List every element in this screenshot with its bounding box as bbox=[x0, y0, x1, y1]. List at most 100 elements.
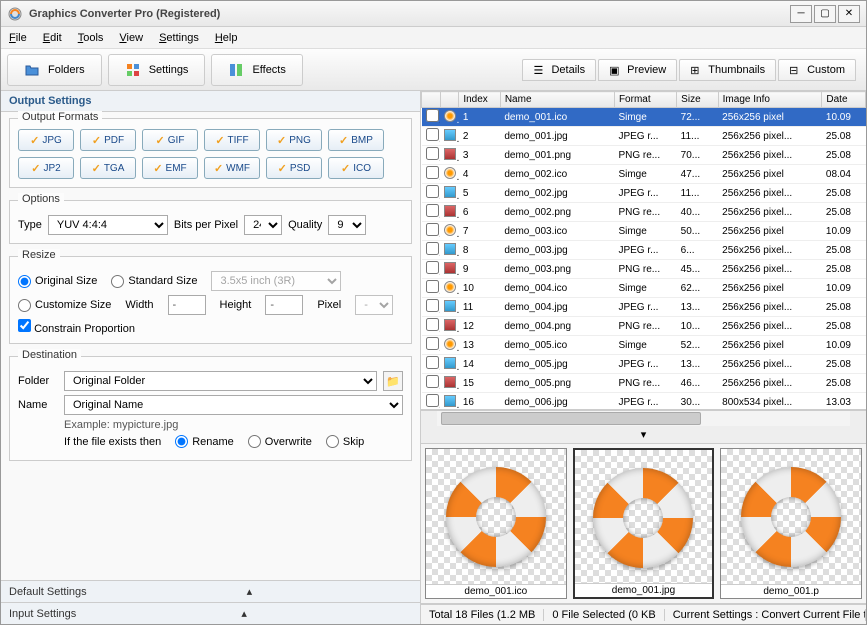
col-format[interactable]: Format bbox=[614, 92, 676, 108]
default-settings-bar[interactable]: Default Settings▴ bbox=[1, 580, 420, 602]
format-tiff-button[interactable]: ✓TIFF bbox=[204, 129, 260, 151]
format-png-button[interactable]: ✓PNG bbox=[266, 129, 322, 151]
panel-title: Output Settings bbox=[1, 91, 420, 112]
preview-slider[interactable]: ▾ bbox=[421, 426, 866, 444]
table-row[interactable]: 11demo_004.jpgJPEG r...13...256x256 pixe… bbox=[422, 298, 866, 317]
row-checkbox[interactable] bbox=[426, 337, 439, 350]
constrain-checkbox[interactable]: Constrain Proportion bbox=[18, 323, 135, 335]
col-name[interactable]: Name bbox=[500, 92, 614, 108]
minimize-button[interactable]: ─ bbox=[790, 5, 812, 23]
row-checkbox[interactable] bbox=[426, 280, 439, 293]
menu-edit[interactable]: Edit bbox=[43, 32, 62, 44]
col-size[interactable]: Size bbox=[677, 92, 718, 108]
customize-size-radio[interactable]: Customize Size bbox=[18, 299, 111, 312]
overwrite-radio[interactable]: Overwrite bbox=[248, 435, 312, 448]
format-tga-button[interactable]: ✓TGA bbox=[80, 157, 136, 179]
row-checkbox[interactable] bbox=[426, 356, 439, 369]
format-gif-button[interactable]: ✓GIF bbox=[142, 129, 198, 151]
filetype-icon bbox=[444, 110, 456, 122]
preview-item[interactable]: demo_001.jpg bbox=[573, 448, 715, 599]
menu-settings[interactable]: Settings bbox=[159, 32, 199, 44]
format-psd-button[interactable]: ✓PSD bbox=[266, 157, 322, 179]
row-checkbox[interactable] bbox=[426, 375, 439, 388]
standard-size-radio[interactable]: Standard Size bbox=[111, 275, 197, 288]
folders-button[interactable]: Folders bbox=[7, 54, 102, 86]
row-checkbox[interactable] bbox=[426, 299, 439, 312]
format-wmf-button[interactable]: ✓WMF bbox=[204, 157, 260, 179]
format-jp2-button[interactable]: ✓JP2 bbox=[18, 157, 74, 179]
row-checkbox[interactable] bbox=[426, 261, 439, 274]
horizontal-scrollbar[interactable] bbox=[421, 410, 866, 426]
lifebuoy-icon bbox=[446, 467, 546, 567]
col-index[interactable]: Index bbox=[459, 92, 500, 108]
row-checkbox[interactable] bbox=[426, 204, 439, 217]
table-row[interactable]: 15demo_005.pngPNG re...46...256x256 pixe… bbox=[422, 374, 866, 393]
row-checkbox[interactable] bbox=[426, 242, 439, 255]
format-pdf-button[interactable]: ✓PDF bbox=[80, 129, 136, 151]
status-total: Total 18 Files (1.2 MB bbox=[421, 609, 544, 621]
unit-select[interactable]: - bbox=[355, 295, 393, 315]
row-checkbox[interactable] bbox=[426, 185, 439, 198]
original-size-radio[interactable]: Original Size bbox=[18, 275, 97, 288]
row-checkbox[interactable] bbox=[426, 223, 439, 236]
folder-select[interactable]: Original Folder bbox=[64, 371, 377, 391]
type-select[interactable]: YUV 4:4:4 bbox=[48, 215, 168, 235]
menu-view[interactable]: View bbox=[119, 32, 143, 44]
tab-thumbnails[interactable]: ⊞Thumbnails bbox=[679, 59, 776, 81]
bpp-select[interactable]: 24 bbox=[244, 215, 282, 235]
app-icon bbox=[7, 6, 23, 22]
row-checkbox[interactable] bbox=[426, 318, 439, 331]
table-row[interactable]: 16demo_006.jpgJPEG r...30...800x534 pixe… bbox=[422, 393, 866, 411]
row-checkbox[interactable] bbox=[426, 147, 439, 160]
filetype-icon bbox=[444, 300, 456, 312]
table-row[interactable]: 10demo_004.icoSimge62...256x256 pixel10.… bbox=[422, 279, 866, 298]
format-bmp-button[interactable]: ✓BMP bbox=[328, 129, 384, 151]
menu-file[interactable]: File bbox=[9, 32, 27, 44]
col-date[interactable]: Date bbox=[822, 92, 866, 108]
table-row[interactable]: 9demo_003.pngPNG re...45...256x256 pixel… bbox=[422, 260, 866, 279]
col-checkbox[interactable] bbox=[422, 92, 441, 108]
row-checkbox[interactable] bbox=[426, 128, 439, 141]
table-row[interactable]: 5demo_002.jpgJPEG r...11...256x256 pixel… bbox=[422, 184, 866, 203]
preview-item[interactable]: demo_001.p bbox=[720, 448, 862, 599]
row-checkbox[interactable] bbox=[426, 109, 439, 122]
menu-tools[interactable]: Tools bbox=[78, 32, 104, 44]
table-row[interactable]: 2demo_001.jpgJPEG r...11...256x256 pixel… bbox=[422, 127, 866, 146]
tab-preview[interactable]: ▣Preview bbox=[598, 59, 677, 81]
check-icon: ✓ bbox=[278, 162, 287, 175]
table-row[interactable]: 3demo_001.pngPNG re...70...256x256 pixel… bbox=[422, 146, 866, 165]
row-checkbox[interactable] bbox=[426, 394, 439, 407]
tab-custom[interactable]: ⊟Custom bbox=[778, 59, 856, 81]
row-checkbox[interactable] bbox=[426, 166, 439, 179]
table-row[interactable]: 4demo_002.icoSimge47...256x256 pixel08.0… bbox=[422, 165, 866, 184]
tab-details[interactable]: ☰Details bbox=[522, 59, 596, 81]
table-row[interactable]: 12demo_004.pngPNG re...10...256x256 pixe… bbox=[422, 317, 866, 336]
close-button[interactable]: ✕ bbox=[838, 5, 860, 23]
table-row[interactable]: 1demo_001.icoSimge72...256x256 pixel10.0… bbox=[422, 108, 866, 127]
height-input[interactable] bbox=[265, 295, 303, 315]
table-row[interactable]: 8demo_003.jpgJPEG r...6...256x256 pixel.… bbox=[422, 241, 866, 260]
name-select[interactable]: Original Name bbox=[64, 395, 403, 415]
resize-group: Resize Original Size Standard Size 3.5x5… bbox=[9, 256, 412, 344]
format-ico-button[interactable]: ✓ICO bbox=[328, 157, 384, 179]
file-list[interactable]: Index Name Format Size Image Info Date 1… bbox=[421, 91, 866, 410]
format-emf-button[interactable]: ✓EMF bbox=[142, 157, 198, 179]
maximize-button[interactable]: ▢ bbox=[814, 5, 836, 23]
col-imageinfo[interactable]: Image Info bbox=[718, 92, 822, 108]
rename-radio[interactable]: Rename bbox=[175, 435, 234, 448]
width-input[interactable] bbox=[168, 295, 206, 315]
input-settings-bar[interactable]: Input Settings▴ bbox=[1, 602, 420, 624]
table-row[interactable]: 14demo_005.jpgJPEG r...13...256x256 pixe… bbox=[422, 355, 866, 374]
format-jpg-button[interactable]: ✓JPG bbox=[18, 129, 74, 151]
skip-radio[interactable]: Skip bbox=[326, 435, 364, 448]
quality-select[interactable]: 9 bbox=[328, 215, 366, 235]
table-row[interactable]: 13demo_005.icoSimge52...256x256 pixel10.… bbox=[422, 336, 866, 355]
settings-button[interactable]: Settings bbox=[108, 54, 206, 86]
table-row[interactable]: 6demo_002.pngPNG re...40...256x256 pixel… bbox=[422, 203, 866, 222]
menu-help[interactable]: Help bbox=[215, 32, 238, 44]
standard-size-select[interactable]: 3.5x5 inch (3R) bbox=[211, 271, 341, 291]
table-row[interactable]: 7demo_003.icoSimge50...256x256 pixel10.0… bbox=[422, 222, 866, 241]
effects-button[interactable]: Effects bbox=[211, 54, 302, 86]
browse-folder-button[interactable]: 📁 bbox=[383, 371, 403, 391]
preview-item[interactable]: demo_001.ico bbox=[425, 448, 567, 599]
